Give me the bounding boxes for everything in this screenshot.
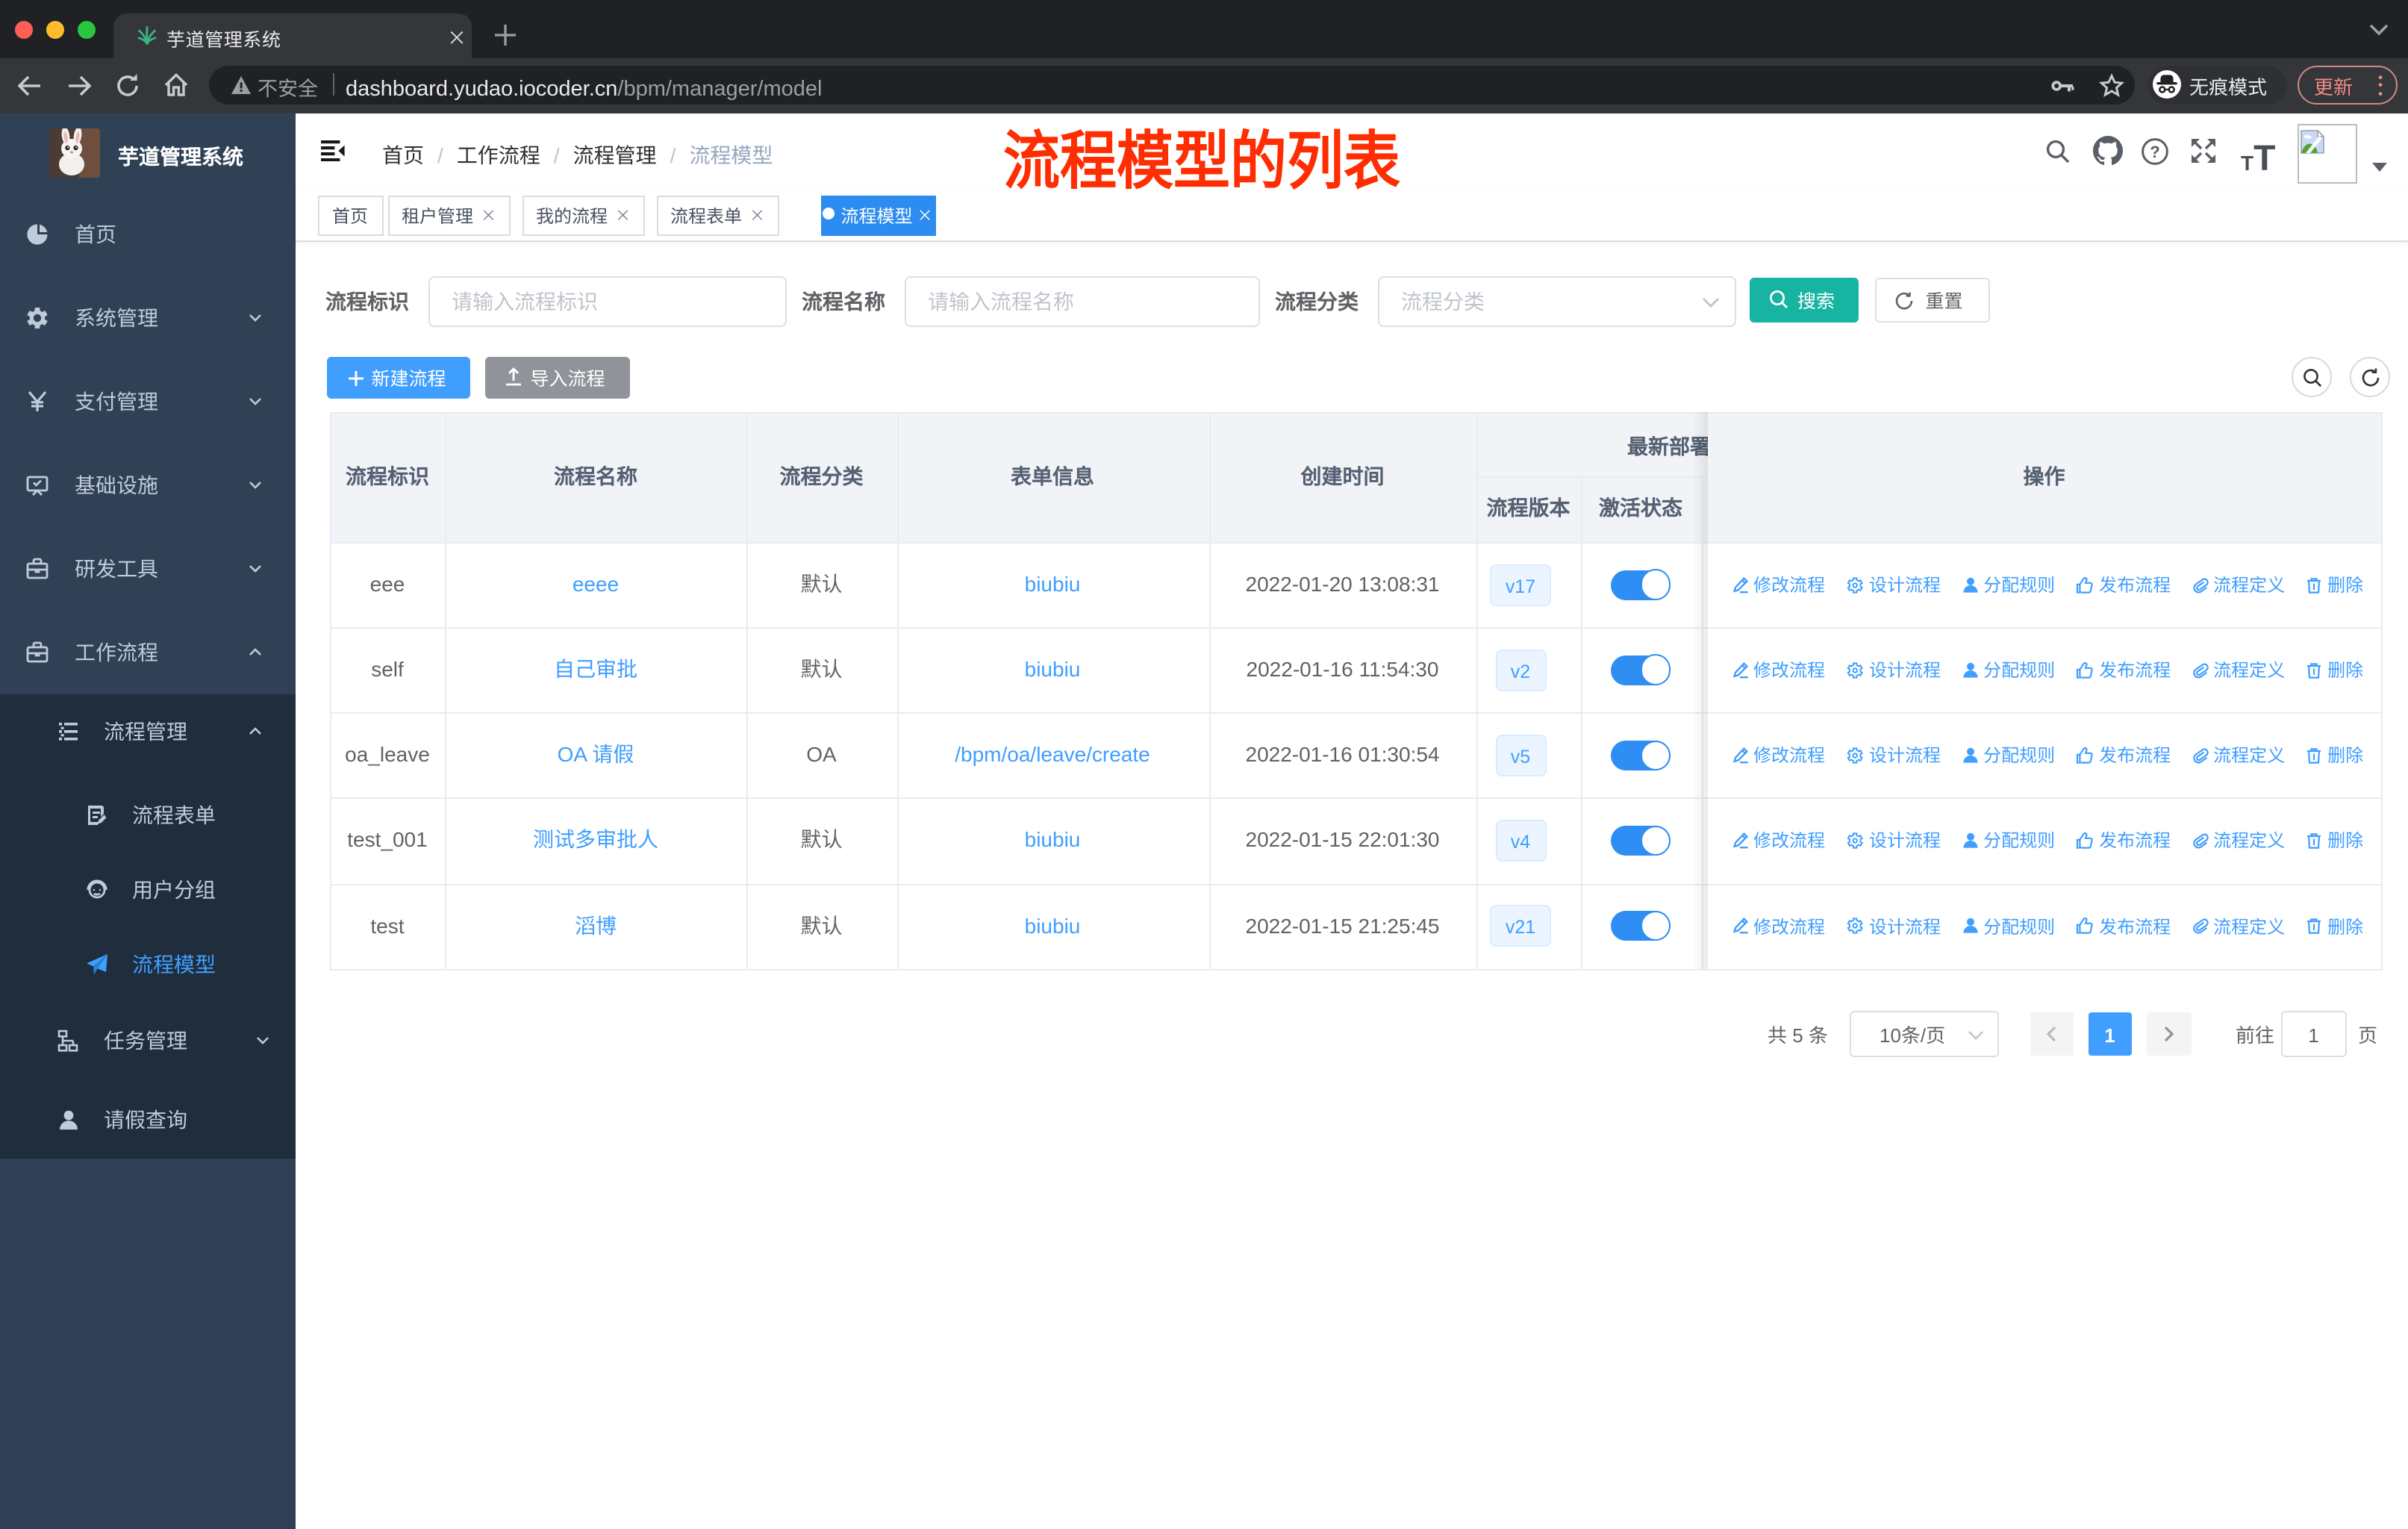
svg-text:?: ?	[2150, 142, 2159, 161]
